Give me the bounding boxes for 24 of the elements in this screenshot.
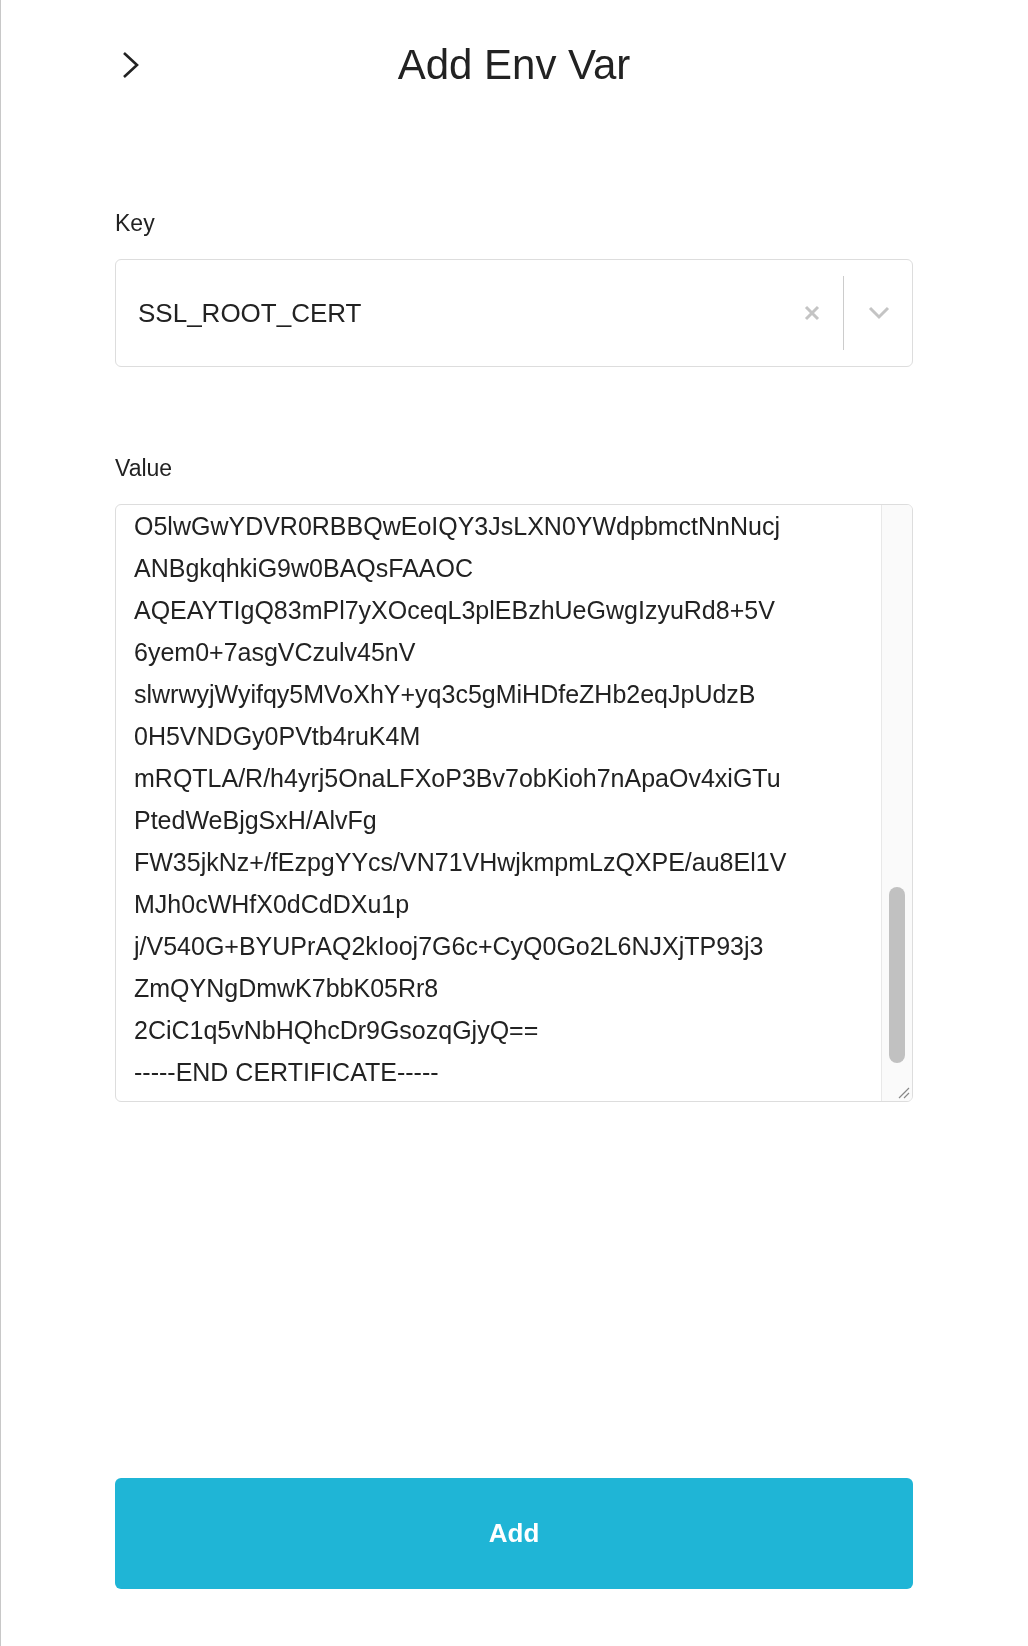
text-line: 0H5VNDGy0PVtb4ruK4M (134, 721, 422, 752)
clear-icon[interactable] (803, 304, 821, 322)
text-line: FW35jkNz+/fEzpgYYcs/VN71VHwjkmpmLzQXPE/au8El1V (134, 847, 788, 878)
scrollbar-thumb[interactable] (889, 887, 905, 1063)
select-value: SSL_ROOT_CERT (138, 297, 363, 329)
field-label: Value (115, 455, 174, 482)
text-line: AQEAYTIgQ83mPl7yXOceqL3plEBzhUeGwgIzyuRd8+5V (134, 595, 776, 626)
scrollbar[interactable] (881, 505, 912, 1101)
value-textarea[interactable] (115, 504, 913, 1102)
text-line: ZmQYNgDmwK7bbK05Rr8 (134, 973, 440, 1004)
text-line: ANBgkqhkiG9w0BAQsFAAOC (134, 553, 474, 584)
text-line: MJh0cWHfX0dCdDXu1p (134, 889, 411, 920)
text-line: O5lwGwYDVR0RBBQwEoIQY3JsLXN0YWdpbmctNnNucj (134, 511, 782, 542)
resize-handle-icon[interactable] (896, 1085, 910, 1099)
text-line: 6yem0+7asgVCzulv45nV (134, 637, 417, 668)
text-line: mRQTLA/R/h4yrj5OnaLFXoP3Bv7obKioh7nApaOv4xiGTu (134, 763, 782, 794)
text-line: slwrwyjWyifqy5MVoXhY+yq3c5gMiHDfeZHb2eqJpUdzB (134, 679, 757, 710)
text-line: -----END CERTIFICATE----- (134, 1057, 440, 1088)
dialog-title: Add Env Var (397, 41, 631, 89)
text-line: PtedWeBjgSxH/AlvFg (134, 805, 378, 836)
text-line: 2CiC1q5vNbHQhcDr9GsozqGjyQ== (134, 1015, 540, 1046)
key-select[interactable]: SSL_ROOT_CERT (115, 259, 913, 367)
text-line: j/V540G+BYUPrAQ2kIooj7G6c+CyQ0Go2L6NJXjTP93j3 (134, 931, 765, 962)
field-label: Key (115, 210, 156, 237)
